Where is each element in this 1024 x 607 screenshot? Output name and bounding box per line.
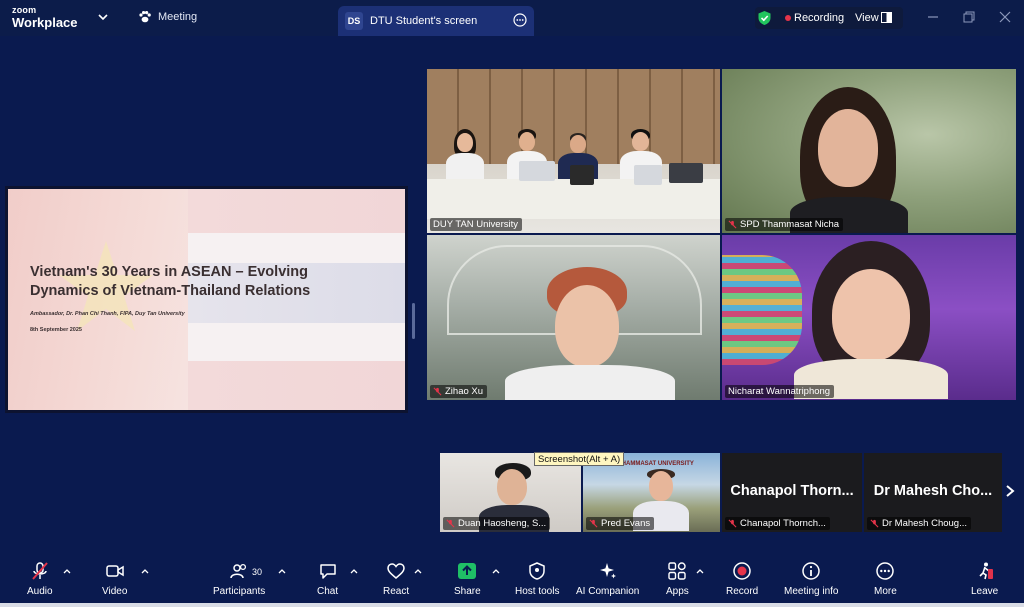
participant-display-name: Dr Mahesh Cho... (873, 483, 993, 499)
chevron-right-icon[interactable] (1004, 484, 1016, 498)
record-button[interactable]: Record (726, 561, 758, 597)
close-icon[interactable] (998, 10, 1012, 24)
mic-muted-icon (32, 562, 48, 580)
chevron-down-icon[interactable] (97, 11, 109, 23)
recording-dot (785, 15, 791, 21)
mic-muted-icon (870, 519, 879, 528)
apps-icon (668, 562, 687, 580)
sharer-avatar: DS (345, 12, 363, 30)
video-tile[interactable]: DUY TAN University (427, 69, 720, 233)
shield-icon (529, 562, 545, 580)
chevron-up-icon[interactable] (278, 568, 286, 574)
host-tools-button[interactable]: Host tools (515, 561, 559, 597)
presentation-slide: Vietnam's 30 Years in ASEAN – Evolving D… (8, 189, 405, 410)
video-tile[interactable]: Zihao Xu (427, 235, 720, 400)
mic-muted-icon (433, 387, 442, 396)
record-icon (733, 562, 751, 580)
paw-icon (139, 11, 151, 23)
video-button[interactable]: Video (102, 561, 127, 597)
tab-meeting[interactable]: Meeting (138, 10, 197, 24)
zoom-logo: zoom Workplace (12, 5, 78, 30)
shared-screen-title: DTU Student's screen (370, 15, 478, 27)
mic-muted-icon (728, 220, 737, 229)
recording-label[interactable]: Recording (794, 12, 844, 24)
mic-muted-icon (589, 519, 598, 528)
participant-name-tag: Pred Evans (586, 517, 655, 530)
tab-shared-screen[interactable]: DS DTU Student's screen (338, 6, 534, 36)
slide-date: 8th September 2025 (30, 327, 82, 333)
leave-button[interactable]: Leave (971, 561, 998, 597)
grid-view-icon[interactable] (881, 12, 892, 23)
meeting-toolbar: Audio Video Participants 30 Chat React S… (0, 553, 1024, 607)
chevron-up-icon[interactable] (63, 568, 71, 574)
institution-banner: THAMMASAT UNIVERSITY (618, 461, 694, 467)
recording-status: Recording View (755, 7, 903, 29)
slide-presenter: Ambassador, Dr. Phan Chi Thanh, FIPA, Du… (30, 311, 185, 317)
participant-display-name: Chanapol Thorn... (730, 483, 854, 499)
leave-icon (979, 562, 993, 580)
title-bar: zoom Workplace Meeting DS DTU Student's … (0, 0, 1024, 36)
strip-video-tile[interactable]: Dr Mahesh Cho... Dr Mahesh Choug... (864, 453, 1002, 532)
participant-name-tag: DUY TAN University (430, 218, 522, 231)
chevron-up-icon[interactable] (414, 568, 422, 574)
split-divider-handle[interactable] (412, 303, 415, 339)
mic-muted-icon (446, 519, 455, 528)
meeting-info-button[interactable]: Meeting info (784, 561, 838, 597)
view-button[interactable]: View (855, 12, 879, 24)
mic-muted-icon (728, 519, 737, 528)
participant-name-tag: Nicharat Wannatriphong (725, 385, 835, 398)
video-tile[interactable]: SPD Thammasat Nicha (722, 69, 1016, 233)
sparkle-icon (599, 563, 616, 579)
taskbar-edge (0, 603, 1024, 607)
chevron-up-icon[interactable] (141, 568, 149, 574)
more-icon (876, 562, 895, 580)
audio-button[interactable]: Audio (27, 561, 53, 597)
participants-count: 30 (252, 567, 263, 577)
video-tile-active-speaker[interactable]: Nicharat Wannatriphong (722, 235, 1016, 400)
apps-button[interactable]: Apps (666, 561, 689, 597)
heart-icon (387, 563, 405, 579)
participant-name-tag: Chanapol Thornch... (725, 517, 830, 530)
react-button[interactable]: React (383, 561, 409, 597)
chat-bubble-icon (319, 564, 336, 579)
participant-name-tag: Duan Haosheng, S... (443, 517, 551, 530)
participant-name-tag: SPD Thammasat Nicha (725, 218, 844, 231)
tab-meeting-label: Meeting (158, 11, 198, 23)
chat-button[interactable]: Chat (317, 561, 338, 597)
more-options-icon[interactable] (513, 13, 527, 27)
participants-icon (230, 563, 247, 579)
participant-name-tag: Zihao Xu (430, 385, 488, 398)
screenshot-tooltip: Screenshot(Alt + A) (534, 452, 625, 466)
ai-companion-button[interactable]: AI Companion (576, 561, 639, 597)
video-camera-icon (105, 565, 124, 577)
slide-title: Vietnam's 30 Years in ASEAN – Evolving D… (30, 264, 311, 299)
shared-screen[interactable]: Vietnam's 30 Years in ASEAN – Evolving D… (5, 186, 408, 413)
minimize-icon[interactable] (926, 10, 940, 24)
restore-icon[interactable] (962, 10, 976, 24)
participant-name-tag: Dr Mahesh Choug... (867, 517, 972, 530)
chevron-up-icon[interactable] (492, 568, 500, 574)
shield-check-icon[interactable] (757, 10, 772, 26)
strip-video-tile[interactable]: Chanapol Thorn... Chanapol Thornch... (722, 453, 862, 532)
share-screen-icon (458, 563, 477, 579)
share-button[interactable]: Share (454, 561, 481, 597)
more-button[interactable]: More (874, 561, 897, 597)
chevron-up-icon[interactable] (696, 568, 704, 574)
info-icon (802, 562, 820, 580)
chevron-up-icon[interactable] (350, 568, 358, 574)
